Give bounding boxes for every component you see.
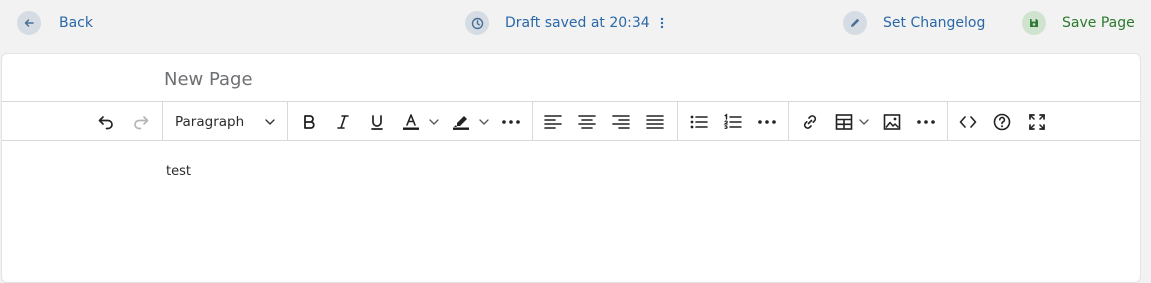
link-icon[interactable] xyxy=(796,108,824,136)
kebab-icon[interactable] xyxy=(660,17,664,29)
fullscreen-icon[interactable] xyxy=(1023,108,1051,136)
clock-icon xyxy=(465,11,489,35)
save-page-label: Save Page xyxy=(1062,15,1135,31)
chevron-down-icon[interactable] xyxy=(426,108,442,136)
underline-icon[interactable] xyxy=(363,108,391,136)
back-label: Back xyxy=(59,15,93,31)
editor-toolbar: Paragraph xyxy=(2,101,1141,141)
set-changelog-button[interactable]: Set Changelog xyxy=(843,11,985,35)
redo-icon[interactable] xyxy=(127,108,155,136)
editor-card: Paragraph xyxy=(1,53,1141,283)
draft-status-label: Draft saved at 20:34 xyxy=(505,15,650,31)
chevron-down-icon[interactable] xyxy=(476,108,492,136)
text-color-icon[interactable] xyxy=(397,108,425,136)
table-icon[interactable] xyxy=(830,108,858,136)
align-right-icon[interactable] xyxy=(607,108,635,136)
set-changelog-label: Set Changelog xyxy=(883,15,986,31)
highlight-color-icon[interactable] xyxy=(447,108,475,136)
chevron-down-icon[interactable] xyxy=(856,108,872,136)
numbered-list-icon[interactable] xyxy=(719,108,747,136)
save-page-button[interactable]: Save Page xyxy=(1022,11,1135,35)
toolbar-separator xyxy=(788,102,789,141)
toolbar-separator xyxy=(532,102,533,141)
floppy-disk-icon xyxy=(1022,11,1046,35)
undo-icon[interactable] xyxy=(92,108,120,136)
toolbar-separator xyxy=(947,102,948,141)
toolbar-separator xyxy=(677,102,678,141)
source-code-icon[interactable] xyxy=(954,108,982,136)
more-lists-icon[interactable] xyxy=(753,108,781,136)
block-format-label: Paragraph xyxy=(175,114,245,130)
align-center-icon[interactable] xyxy=(573,108,601,136)
toolbar-separator xyxy=(162,102,163,141)
align-justify-icon[interactable] xyxy=(641,108,669,136)
arrow-left-icon xyxy=(17,11,41,35)
more-formatting-icon[interactable] xyxy=(497,108,525,136)
pencil-icon xyxy=(843,11,867,35)
more-insert-icon[interactable] xyxy=(912,108,940,136)
help-icon[interactable] xyxy=(988,108,1016,136)
chevron-down-icon xyxy=(264,117,276,127)
page-title-input[interactable] xyxy=(162,66,762,92)
editor-content[interactable]: test xyxy=(166,164,191,179)
bold-icon[interactable] xyxy=(295,108,323,136)
block-format-select[interactable]: Paragraph xyxy=(168,108,282,136)
back-button[interactable]: Back xyxy=(17,11,93,35)
draft-status[interactable]: Draft saved at 20:34 xyxy=(465,11,664,35)
align-left-icon[interactable] xyxy=(539,108,567,136)
bullet-list-icon[interactable] xyxy=(685,108,713,136)
toolbar-separator xyxy=(287,102,288,141)
top-bar: Back Draft saved at 20:34 Set Changelog … xyxy=(0,0,1151,46)
italic-icon[interactable] xyxy=(329,108,357,136)
image-icon[interactable] xyxy=(878,108,906,136)
